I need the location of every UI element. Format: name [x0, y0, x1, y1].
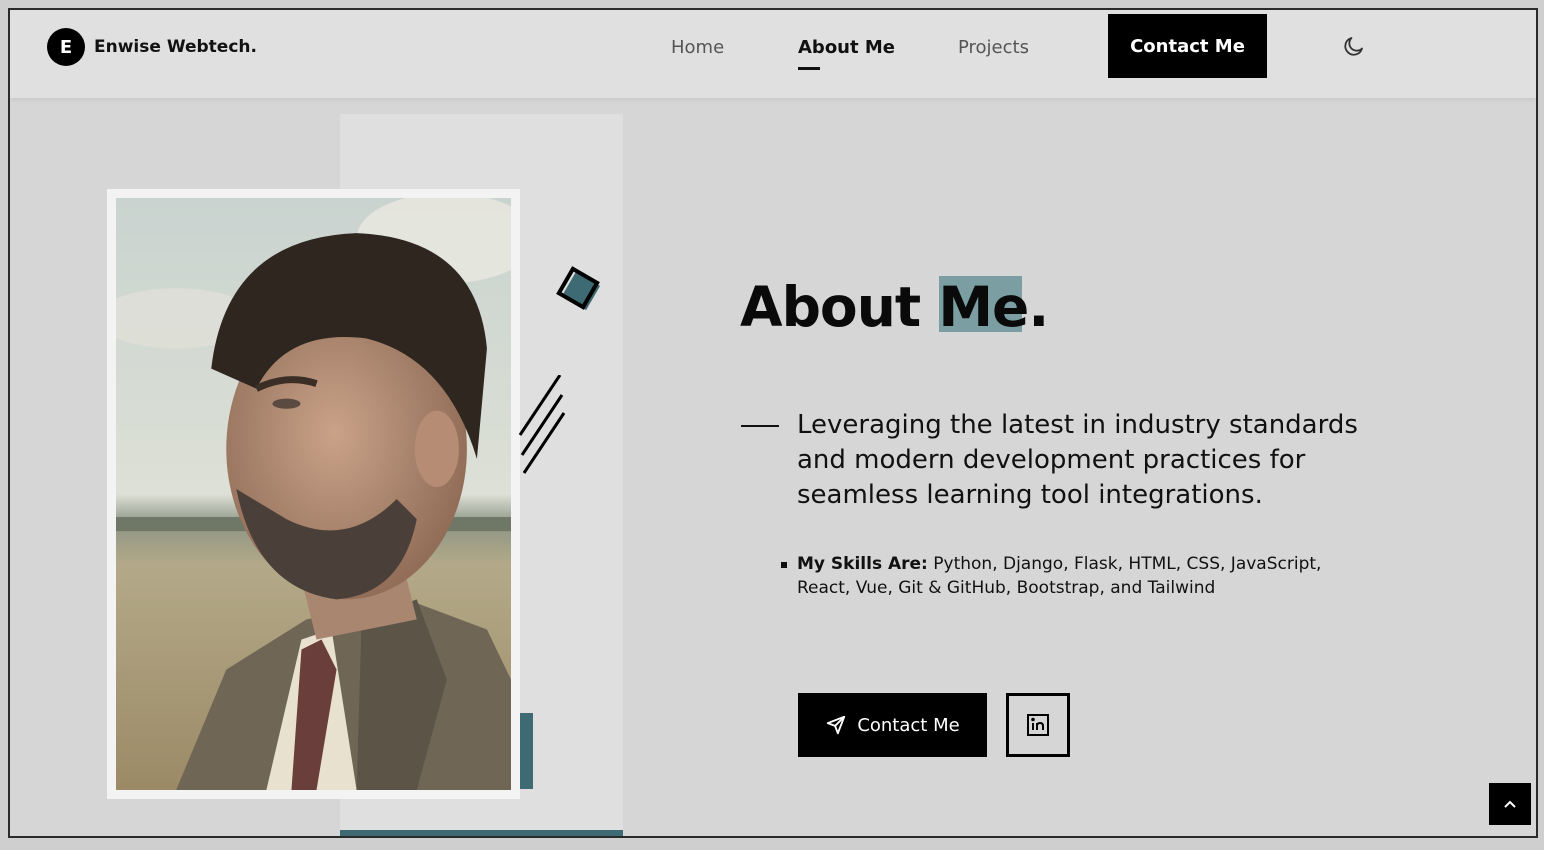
nav-about-me[interactable]: About Me — [798, 37, 895, 70]
send-icon — [827, 715, 846, 735]
page-frame: E Enwise Webtech. Home About Me Projects… — [8, 8, 1538, 838]
profile-photo — [95, 192, 538, 790]
intro-dash — [741, 425, 779, 427]
decorative-diamond-icon — [556, 266, 601, 311]
site-header: E Enwise Webtech. Home About Me Projects… — [10, 10, 1536, 98]
brand-name: Enwise Webtech. — [94, 37, 257, 57]
skills-list-item: My Skills Are: Python, Django, Flask, HT… — [781, 552, 1337, 600]
scroll-to-top-button[interactable] — [1489, 783, 1531, 825]
about-intro: Leveraging the latest in industry standa… — [797, 410, 1358, 510]
site-logo[interactable]: E Enwise Webtech. — [47, 28, 257, 66]
skills-bullet — [781, 562, 787, 568]
logo-badge: E — [47, 28, 85, 66]
linkedin-button[interactable] — [1006, 693, 1070, 757]
moon-icon[interactable] — [1342, 34, 1366, 58]
page-title: About Me. — [740, 275, 1049, 339]
active-nav-indicator — [798, 67, 820, 70]
profile-photo-frame — [95, 189, 538, 799]
header-contact-button[interactable]: Contact Me — [1108, 14, 1267, 78]
contact-me-label: Contact Me — [857, 714, 960, 736]
nav-projects[interactable]: Projects — [958, 37, 1029, 58]
decorative-bottom-bar — [340, 830, 623, 836]
nav-about-me-label: About Me — [798, 37, 895, 58]
skills-label: My Skills Are: — [797, 554, 928, 574]
about-title-wrap: About Me. — [740, 275, 1049, 339]
nav-home[interactable]: Home — [671, 37, 724, 58]
contact-me-button[interactable]: Contact Me — [798, 693, 987, 757]
chevron-up-icon — [1504, 800, 1516, 808]
decorative-slash-lines — [518, 375, 565, 474]
linkedin-icon — [1027, 714, 1049, 736]
